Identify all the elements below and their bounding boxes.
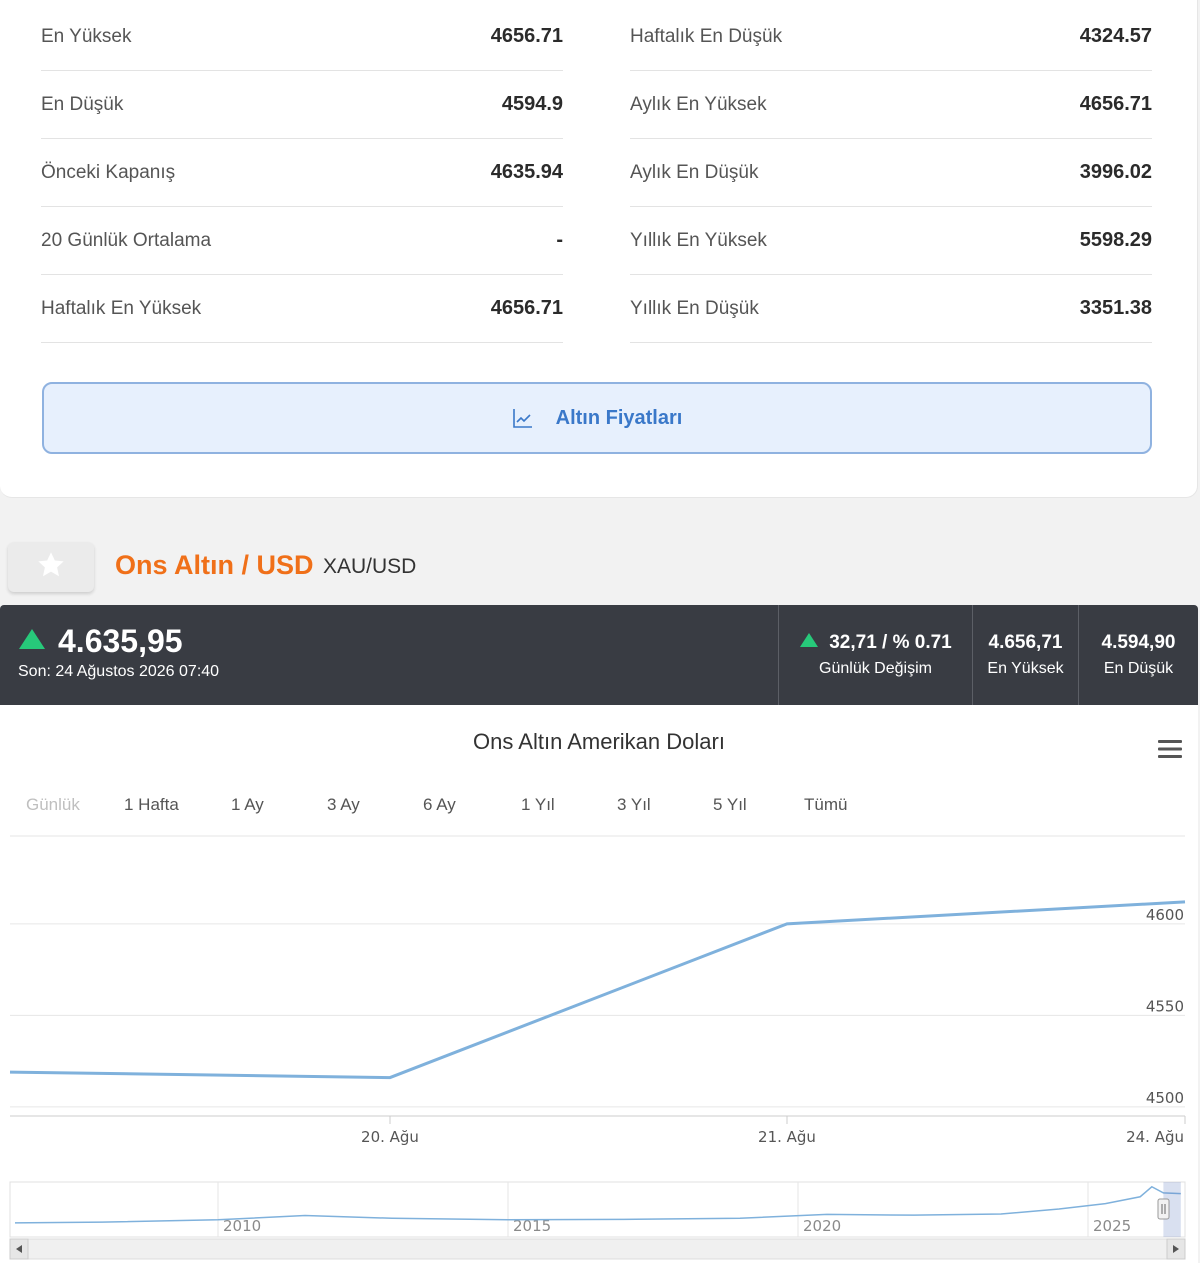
stat-row: 20 Günlük Ortalama - <box>41 207 563 275</box>
price-timestamp: Son: 24 Ağustos 2026 07:40 <box>18 663 220 680</box>
chart-navigator[interactable]: 2010 2015 2020 2025 <box>9 1181 1186 1238</box>
arrow-up-icon <box>18 628 46 655</box>
x-tick-label: 21. Ağu <box>758 1128 816 1146</box>
stat-value: 3996.02 <box>1079 161 1152 183</box>
price-value: 4.635,95 <box>58 623 183 659</box>
stat-row: En Yüksek 4656.71 <box>41 3 563 71</box>
main-chart: 4500 4550 4600 20. Ağu 21. Ağu 24. Ağu <box>9 900 1186 1146</box>
navigator-frame <box>9 1181 1186 1238</box>
chart-area: Ons Altın Amerikan Doları Günlük 1 Hafta… <box>0 705 1198 1263</box>
stat-value: - <box>556 229 563 251</box>
stat-row: Yıllık En Düşük 3351.38 <box>630 275 1152 343</box>
stat-row: Haftalık En Yüksek 4656.71 <box>41 275 563 343</box>
stat-label: Haftalık En Düşük <box>630 25 783 47</box>
stat-row: Yıllık En Yüksek 5598.29 <box>630 207 1152 275</box>
stat-value: 3351.38 <box>1079 297 1152 319</box>
current-price: 4.635,95 <box>18 623 183 660</box>
stat-value: 4324.57 <box>1079 25 1152 47</box>
daily-low: 4.594,90 En Düşük <box>1078 605 1198 705</box>
stats-card: En Yüksek 4656.71 En Düşük 4594.9 Önceki K… <box>0 0 1198 498</box>
x-tick-label: 20. Ağu <box>361 1128 419 1146</box>
stat-value: 5598.29 <box>1079 229 1152 251</box>
navigator-tick-label: 2025 <box>1093 1217 1131 1235</box>
stat-row: Haftalık En Düşük 4324.57 <box>630 3 1152 71</box>
daily-high-value: 4.656,71 <box>988 632 1063 653</box>
y-tick-label: 4500 <box>1146 1089 1184 1107</box>
star-icon <box>35 549 67 586</box>
daily-change: 32,71 / % 0.71 Günlük Değişim <box>778 605 972 705</box>
price-line <box>9 900 1186 1080</box>
daily-high-label: En Yüksek <box>987 660 1064 677</box>
stat-label: Önceki Kapanış <box>41 161 176 183</box>
stats-left-column: En Yüksek 4656.71 En Düşük 4594.9 Önceki K… <box>41 3 563 343</box>
stat-value: 4635.94 <box>490 161 563 183</box>
horizontal-scrollbar[interactable] <box>9 1238 1186 1260</box>
stat-value: 4656.71 <box>490 297 563 319</box>
y-tick-label: 4550 <box>1146 997 1184 1015</box>
line-chart-icon <box>512 407 534 429</box>
stat-row: En Düşük 4594.9 <box>41 71 563 139</box>
stat-label: Yıllık En Yüksek <box>630 229 767 251</box>
stat-value: 4594.9 <box>501 93 563 115</box>
daily-low-value: 4.594,90 <box>1101 632 1176 653</box>
stat-label: Aylık En Düşük <box>630 161 759 183</box>
x-tick-label: 24. Ağu <box>1126 1128 1184 1146</box>
navigator-tick-label: 2020 <box>803 1217 841 1235</box>
gold-prices-button-label: Altın Fiyatları <box>555 406 683 429</box>
arrow-up-icon <box>799 632 819 654</box>
stat-label: Haftalık En Yüksek <box>41 297 202 319</box>
daily-change-value: 32,71 / % 0.71 <box>829 632 952 653</box>
daily-high: 4.656,71 En Yüksek <box>972 605 1078 705</box>
stat-label: En Düşük <box>41 93 124 115</box>
daily-change-label: Günlük Değişim <box>819 660 932 677</box>
stat-row: Aylık En Yüksek 4656.71 <box>630 71 1152 139</box>
stat-value: 4656.71 <box>490 25 563 47</box>
price-chart: 45004550460020. Ağu 21. Ağu 24. Ağu 2010 20… <box>9 835 1186 1260</box>
gold-prices-button[interactable]: Altın Fiyatları <box>42 382 1152 454</box>
stat-row: Aylık En Düşük 3996.02 <box>630 139 1152 207</box>
asset-title: Ons Altın / USD <box>115 550 314 580</box>
stat-label: Aylık En Yüksek <box>630 93 767 115</box>
y-tick-label: 4600 <box>1146 906 1184 924</box>
stat-label: Yıllık En Düşük <box>630 297 759 319</box>
asset-symbol: XAU/USD <box>323 555 417 578</box>
stat-label: 20 Günlük Ortalama <box>41 229 212 251</box>
stat-value: 4656.71 <box>1079 93 1152 115</box>
favorite-button[interactable] <box>8 542 94 592</box>
stat-label: En Yüksek <box>41 25 132 47</box>
daily-low-label: En Düşük <box>1103 660 1174 677</box>
price-bar: 4.635,95 Son: 24 Ağustos 2026 07:40 32,7… <box>0 605 1198 705</box>
stat-row: Önceki Kapanış 4635.94 <box>41 139 563 207</box>
navigator-handle[interactable] <box>1157 1198 1170 1220</box>
stats-right-column: Haftalık En Düşük 4324.57 Aylık En Yüksek… <box>630 3 1152 343</box>
